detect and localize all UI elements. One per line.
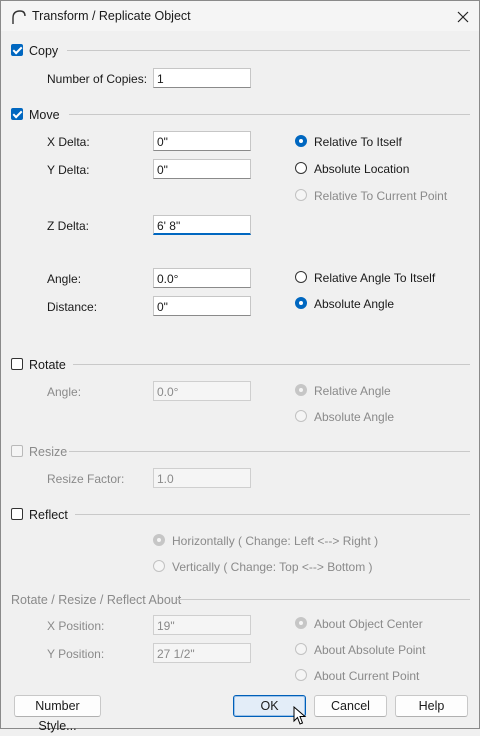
y-position-input: 27 1/2" — [153, 643, 251, 663]
relative-to-current-point-label: Relative To Current Point — [314, 189, 448, 203]
rotate-checkbox[interactable] — [11, 358, 23, 370]
distance-label: Distance: — [47, 300, 98, 314]
rotate-label: Rotate — [29, 358, 66, 372]
copy-checkbox[interactable] — [11, 44, 23, 56]
relative-angle-label: Relative Angle — [314, 384, 391, 398]
about-absolute-point-radio — [295, 643, 307, 655]
relative-angle-to-itself-radio[interactable] — [295, 271, 307, 283]
number-of-copies-input[interactable]: 1 — [153, 68, 251, 88]
y-position-label: Y Position: — [47, 647, 105, 661]
arc-tool-icon — [12, 10, 26, 24]
move-checkbox[interactable] — [11, 108, 23, 120]
about-section-label: Rotate / Resize / Reflect About — [11, 593, 182, 607]
absolute-location-radio[interactable] — [295, 162, 307, 174]
rotate-absolute-angle-label: Absolute Angle — [314, 410, 395, 424]
resize-checkbox — [11, 445, 23, 457]
move-angle-label: Angle: — [47, 272, 82, 286]
x-position-label: X Position: — [47, 619, 105, 633]
resize-label: Resize — [29, 445, 68, 459]
x-position-input: 19" — [153, 615, 251, 635]
resize-factor-input: 1.0 — [153, 468, 251, 488]
horizontally-label: Horizontally ( Change: Left <--> Right ) — [172, 534, 379, 548]
copy-label: Copy — [29, 44, 59, 58]
relative-to-itself-radio[interactable] — [295, 135, 307, 147]
resize-factor-label: Resize Factor: — [47, 472, 125, 486]
about-divider — [177, 599, 470, 600]
z-delta-input[interactable]: 6' 8" — [153, 215, 251, 235]
z-delta-label: Z Delta: — [47, 219, 90, 233]
vertically-label: Vertically ( Change: Top <--> Bottom ) — [172, 560, 373, 574]
title-bar: Transform / Replicate Object — [1, 1, 479, 31]
mouse-pointer-icon — [293, 706, 307, 725]
x-delta-input[interactable]: 0" — [153, 131, 251, 151]
absolute-angle-label: Absolute Angle — [314, 297, 395, 311]
help-button[interactable]: Help — [395, 695, 468, 717]
about-object-center-radio — [295, 617, 307, 629]
about-current-point-radio — [295, 669, 307, 681]
relative-to-current-point-radio — [295, 189, 307, 201]
reflect-label: Reflect — [29, 508, 68, 522]
reflect-checkbox[interactable] — [11, 508, 23, 520]
relative-angle-radio — [295, 384, 307, 396]
dialog-window: Transform / Replicate Object Copy Number… — [0, 0, 480, 733]
move-label: Move — [29, 108, 60, 122]
about-current-point-label: About Current Point — [314, 669, 420, 683]
move-angle-input[interactable]: 0.0° — [153, 268, 251, 288]
copy-divider — [67, 50, 470, 51]
reflect-divider — [75, 514, 470, 515]
rotate-divider — [73, 364, 470, 365]
window-title: Transform / Replicate Object — [32, 9, 191, 23]
move-divider — [69, 114, 470, 115]
rotate-angle-label: Angle: — [47, 385, 82, 399]
cancel-button[interactable]: Cancel — [314, 695, 387, 717]
x-delta-label: X Delta: — [47, 135, 90, 149]
distance-input[interactable]: 0" — [153, 296, 251, 316]
absolute-location-label: Absolute Location — [314, 162, 410, 176]
close-icon[interactable] — [453, 7, 473, 27]
horizontally-radio — [153, 534, 165, 546]
rotate-angle-input: 0.0° — [153, 381, 251, 401]
resize-divider — [69, 451, 470, 452]
number-style-button[interactable]: Number Style... — [14, 695, 101, 733]
vertically-radio — [153, 560, 165, 572]
y-delta-label: Y Delta: — [47, 163, 90, 177]
number-of-copies-label: Number of Copies: — [47, 72, 148, 86]
relative-to-itself-label: Relative To Itself — [314, 135, 402, 149]
about-absolute-point-label: About Absolute Point — [314, 643, 426, 657]
about-object-center-label: About Object Center — [314, 617, 423, 631]
rotate-absolute-angle-radio — [295, 410, 307, 422]
absolute-angle-radio[interactable] — [295, 297, 307, 309]
y-delta-input[interactable]: 0" — [153, 159, 251, 179]
relative-angle-to-itself-label: Relative Angle To Itself — [314, 271, 436, 285]
